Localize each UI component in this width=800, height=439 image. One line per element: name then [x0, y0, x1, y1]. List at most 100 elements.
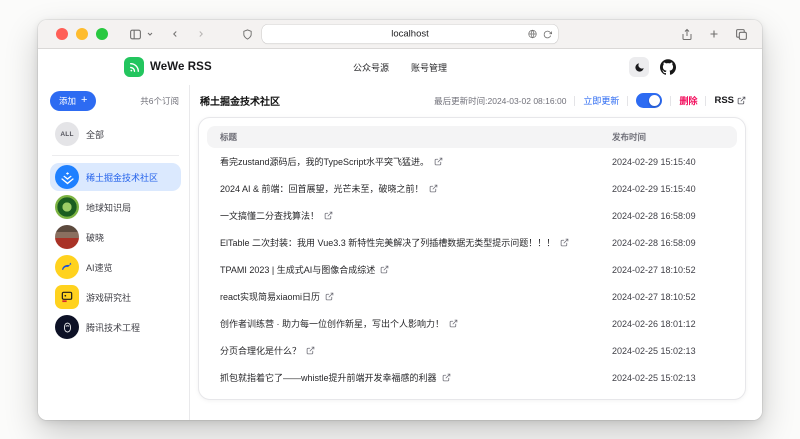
new-tab-icon[interactable]	[708, 28, 720, 40]
feed-item[interactable]: 游戏研究社	[50, 283, 181, 311]
table-row[interactable]: 一文搞懂二分查找算法！2024-02-28 16:58:09	[207, 202, 737, 229]
reload-icon[interactable]	[543, 29, 552, 39]
external-link-icon	[560, 238, 569, 247]
feed-toolbar: 稀土掘金技术社区 最后更新时间:2024-03-02 08:16:00 立即更新…	[198, 88, 746, 113]
feed-item[interactable]: AI速览	[50, 253, 181, 281]
feed-item-label: 稀土掘金技术社区	[86, 171, 158, 184]
nav-accounts[interactable]: 账号管理	[411, 61, 447, 74]
app-header: WeWe RSS 公众号源 账号管理	[38, 49, 762, 85]
feed-item[interactable]: 腾讯技术工程	[50, 313, 181, 341]
publish-time: 2024-02-26 18:01:12	[612, 319, 724, 329]
close-window-button[interactable]	[56, 28, 68, 40]
dark-mode-toggle[interactable]	[629, 57, 649, 77]
external-link-icon	[442, 373, 451, 382]
external-link-icon	[324, 211, 333, 220]
divider	[705, 96, 706, 106]
add-subscription-button[interactable]: 添加+	[50, 91, 96, 111]
wewe-rss-logo-icon	[124, 57, 144, 77]
sidebar-toggle-icon[interactable]	[128, 28, 143, 41]
brand[interactable]: WeWe RSS	[124, 57, 212, 77]
desktop: localhost	[0, 0, 800, 439]
person-avatar	[55, 225, 79, 249]
url-text: localhost	[391, 29, 429, 40]
feed-item-label: 游戏研究社	[86, 291, 131, 304]
subscription-count: 共6个订阅	[140, 95, 181, 107]
main-nav: 公众号源 账号管理	[353, 61, 447, 74]
delete-button[interactable]: 删除	[679, 94, 697, 107]
article-title-link[interactable]: 创作者训练营 · 助力每一位创作新星，写出个人影响力！	[220, 317, 612, 330]
feed-item[interactable]: 稀土掘金技术社区	[50, 163, 181, 191]
penguin-logo-icon	[55, 315, 79, 339]
column-title: 标题	[220, 131, 612, 143]
app-content: 添加+ 共6个订阅 ALL 全部 稀土掘金技术社区地球知识局破晓AI速览游戏研究…	[38, 85, 762, 420]
publish-time: 2024-02-25 15:02:13	[612, 346, 724, 356]
refresh-now-button[interactable]: 立即更新	[583, 94, 619, 107]
table-row[interactable]: 看完zustand源码后，我的TypeScript水平突飞猛进。 2024-02-…	[207, 148, 737, 175]
article-title-link[interactable]: 分页合理化是什么？	[220, 344, 612, 357]
table-row[interactable]: 2024 AI & 前端：回首展望，光芒未至，破晓之前！ 2024-02-29 1…	[207, 175, 737, 202]
table-row[interactable]: react实现简易xiaomi日历2024-02-27 18:10:52	[207, 283, 737, 310]
feed-item[interactable]: 破晓	[50, 223, 181, 251]
main-panel: 稀土掘金技术社区 最后更新时间:2024-03-02 08:16:00 立即更新…	[190, 85, 762, 420]
last-update-time: 最后更新时间:2024-03-02 08:16:00	[434, 95, 566, 107]
translate-icon[interactable]	[528, 30, 537, 39]
article-title-link[interactable]: ElTable 二次封装：我用 Vue3.3 新特性完美解决了列插槽数据无类型提…	[220, 236, 612, 249]
article-title-link[interactable]: react实现简易xiaomi日历	[220, 290, 612, 303]
feed-item-all[interactable]: ALL 全部	[50, 120, 181, 148]
external-link-icon	[434, 157, 443, 166]
table-row[interactable]: ElTable 二次封装：我用 Vue3.3 新特性完美解决了列插槽数据无类型提…	[207, 229, 737, 256]
article-title: TPAMI 2023 | 生成式AI与图像合成综述	[220, 263, 375, 276]
browser-toolbar: localhost	[38, 20, 762, 49]
moon-icon	[634, 62, 645, 73]
github-link-icon[interactable]	[660, 59, 676, 75]
publish-time: 2024-02-29 15:15:40	[612, 184, 724, 194]
publish-time: 2024-02-28 16:58:09	[612, 238, 724, 248]
article-title: 分页合理化是什么？	[220, 344, 301, 357]
tab-overview-icon[interactable]	[735, 28, 748, 41]
shield-icon[interactable]	[242, 28, 253, 40]
table-header: 标题 发布时间	[207, 126, 737, 148]
table-row[interactable]: TPAMI 2023 | 生成式AI与图像合成综述2024-02-27 18:1…	[207, 256, 737, 283]
feed-enabled-toggle[interactable]	[636, 93, 662, 108]
rss-label: RSS	[714, 95, 734, 106]
earth-logo-icon	[55, 195, 79, 219]
sidebar: 添加+ 共6个订阅 ALL 全部 稀土掘金技术社区地球知识局破晓AI速览游戏研究…	[38, 85, 190, 420]
article-title: 抓包就指着它了——whistle提升前端开发幸福感的利器	[220, 371, 437, 384]
article-title-link[interactable]: 一文搞懂二分查找算法！	[220, 209, 612, 222]
article-title-link[interactable]: 看完zustand源码后，我的TypeScript水平突飞猛进。	[220, 155, 612, 168]
address-bar[interactable]: localhost	[262, 25, 558, 44]
publish-time: 2024-02-29 15:15:40	[612, 157, 724, 167]
back-button[interactable]	[170, 28, 180, 40]
toggle-knob	[649, 95, 660, 106]
dolphin-logo-icon	[55, 255, 79, 279]
column-publish-time: 发布时间	[612, 131, 724, 143]
chevron-down-icon[interactable]	[146, 30, 154, 38]
fullscreen-window-button[interactable]	[96, 28, 108, 40]
minimize-window-button[interactable]	[76, 28, 88, 40]
article-title-link[interactable]: 2024 AI & 前端：回首展望，光芒未至，破晓之前！	[220, 182, 612, 195]
window-controls	[56, 28, 108, 40]
article-title: 看完zustand源码后，我的TypeScript水平突飞猛进。	[220, 155, 429, 168]
article-title: 2024 AI & 前端：回首展望，光芒未至，破晓之前！	[220, 182, 424, 195]
feed-item-label: 地球知识局	[86, 201, 131, 214]
table-body: 看完zustand源码后，我的TypeScript水平突飞猛进。 2024-02-…	[207, 148, 737, 391]
game-logo-icon	[55, 285, 79, 309]
rss-link[interactable]: RSS	[714, 95, 746, 106]
article-title: 一文搞懂二分查找算法！	[220, 209, 319, 222]
external-link-icon	[380, 265, 389, 274]
article-title: react实现简易xiaomi日历	[220, 290, 320, 303]
nav-feeds[interactable]: 公众号源	[353, 61, 389, 74]
external-link-icon	[429, 184, 438, 193]
table-row[interactable]: 分页合理化是什么？ 2024-02-25 15:02:13	[207, 337, 737, 364]
forward-button[interactable]	[196, 28, 206, 40]
app-title: WeWe RSS	[150, 61, 212, 73]
table-row[interactable]: 创作者训练营 · 助力每一位创作新星，写出个人影响力！2024-02-26 18…	[207, 310, 737, 337]
feed-item[interactable]: 地球知识局	[50, 193, 181, 221]
browser-window: localhost	[38, 20, 762, 420]
article-title-link[interactable]: TPAMI 2023 | 生成式AI与图像合成综述	[220, 263, 612, 276]
article-title-link[interactable]: 抓包就指着它了——whistle提升前端开发幸福感的利器	[220, 371, 612, 384]
feed-item-label: 全部	[86, 128, 104, 141]
table-row[interactable]: 抓包就指着它了——whistle提升前端开发幸福感的利器2024-02-25 1…	[207, 364, 737, 391]
share-icon[interactable]	[681, 28, 693, 41]
divider	[52, 155, 179, 156]
